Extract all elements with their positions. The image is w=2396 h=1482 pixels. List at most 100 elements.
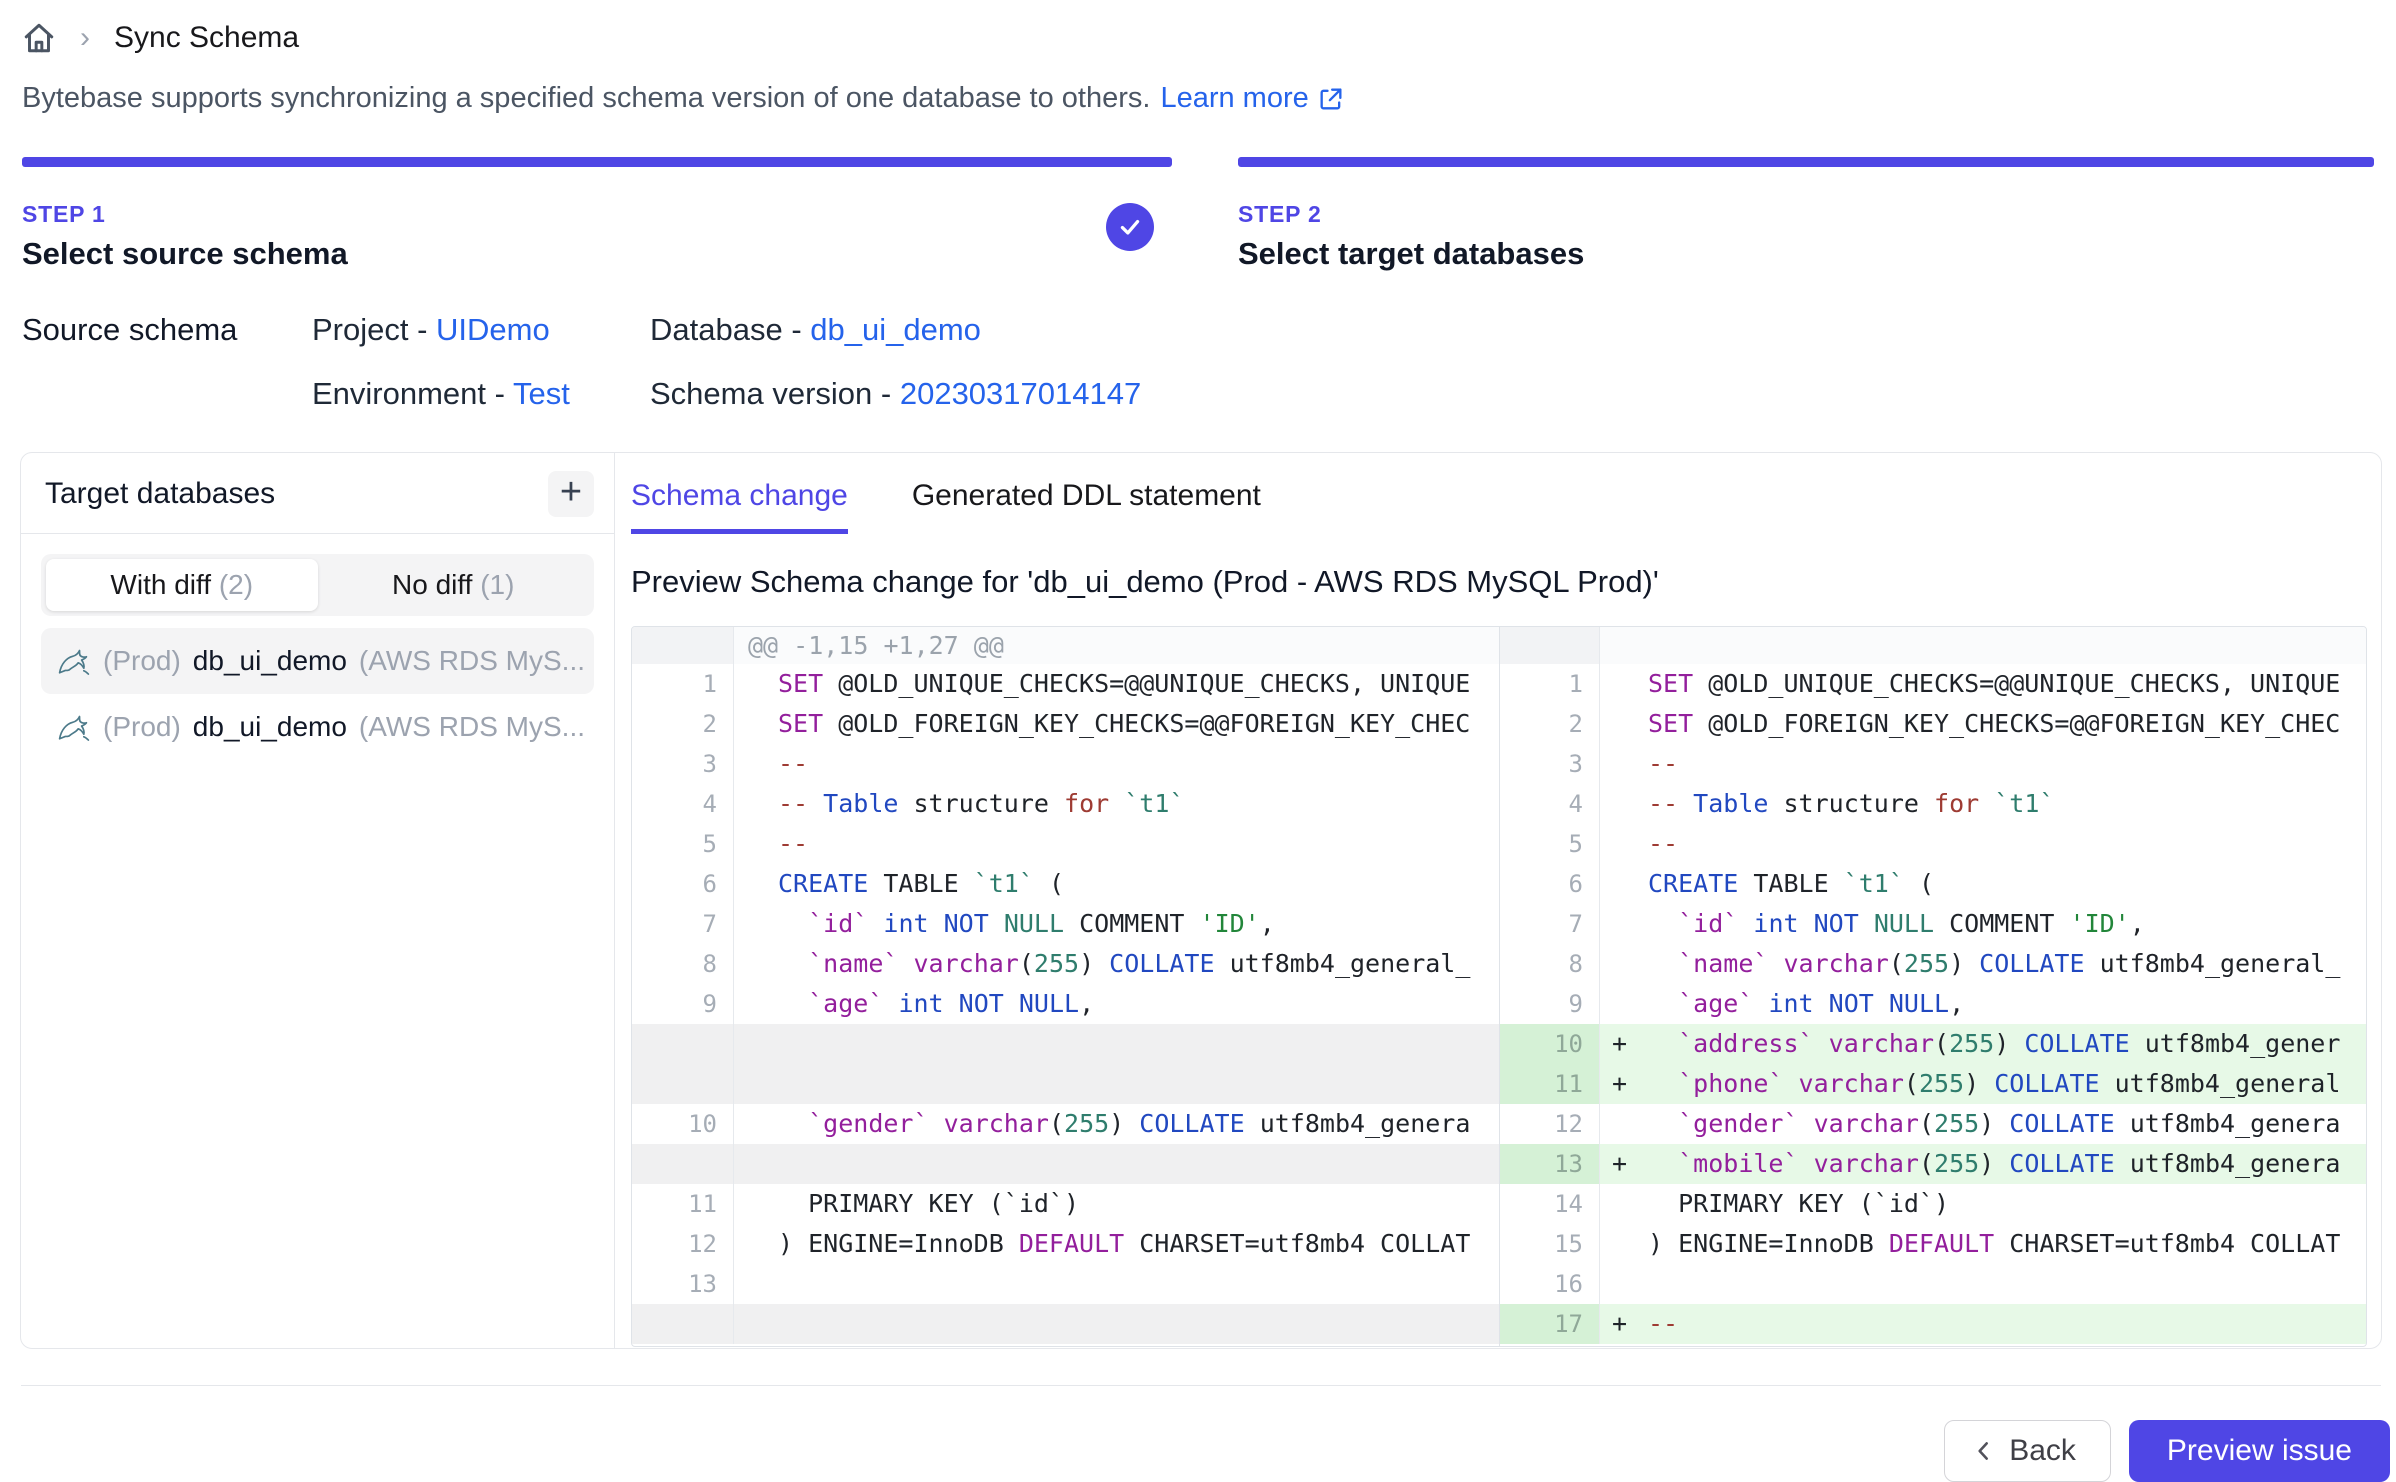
line-marker <box>1612 984 1648 1024</box>
step-1-progress-bar <box>22 157 1172 167</box>
line-number: 13 <box>632 1264 734 1304</box>
diff-row: 17+-- <box>1500 1304 2366 1344</box>
added-line-marker: + <box>1612 1144 1648 1184</box>
line-number: 2 <box>1500 704 1600 744</box>
code-line: -- <box>734 744 1499 784</box>
diff-row: 11+ `phone` varchar(255) COLLATE utf8mb4… <box>1500 1064 2366 1104</box>
code-line: PRIMARY KEY (`id`) <box>734 1184 1499 1224</box>
preview-title: Preview Schema change for 'db_ui_demo (P… <box>631 564 2367 600</box>
line-number: 17 <box>1500 1304 1600 1344</box>
description-text: Bytebase supports synchronizing a specif… <box>22 82 1150 115</box>
schema-version-label: Schema version - <box>650 376 891 411</box>
diff-row: 15 ) ENGINE=InnoDB DEFAULT CHARSET=utf8m… <box>1500 1224 2366 1264</box>
line-marker <box>1612 744 1648 784</box>
code-line: `age` int NOT NULL, <box>734 984 1499 1024</box>
step-1: STEP 1 Select source schema <box>22 157 1172 272</box>
line-number <box>632 627 734 664</box>
line-number <box>632 1024 734 1064</box>
schema-diff-viewer[interactable]: @@ -1,15 +1,27 @@1SET @OLD_UNIQUE_CHECKS… <box>631 626 2367 1347</box>
line-marker <box>1612 784 1648 824</box>
db-instance: (AWS RDS MyS... <box>359 711 585 743</box>
diff-row: 6CREATE TABLE `t1` ( <box>632 864 1499 904</box>
source-environment: Environment - Test <box>312 376 650 412</box>
diff-row <box>632 1024 1499 1064</box>
code-line: CREATE TABLE `t1` ( <box>734 864 1499 904</box>
code-line: -- <box>1600 824 2366 864</box>
back-label: Back <box>2009 1434 2076 1468</box>
code-line: -- Table structure for `t1` <box>734 784 1499 824</box>
line-number: 6 <box>632 864 734 904</box>
database-link[interactable]: db_ui_demo <box>810 312 981 347</box>
project-link[interactable]: UIDemo <box>436 312 550 347</box>
line-number: 9 <box>632 984 734 1024</box>
code-line: + `phone` varchar(255) COLLATE utf8mb4_g… <box>1600 1064 2366 1104</box>
tab-generated-ddl[interactable]: Generated DDL statement <box>912 479 1261 534</box>
schema-preview-panel: Schema change Generated DDL statement Pr… <box>615 453 2381 1348</box>
line-number: 5 <box>632 824 734 864</box>
db-name: db_ui_demo <box>193 711 347 743</box>
step-1-label: STEP 1 <box>22 201 1172 228</box>
breadcrumb: › Sync Schema <box>0 16 2396 60</box>
diff-row: 3 -- <box>1500 744 2366 784</box>
diff-row <box>632 1304 1499 1344</box>
code-line: `name` varchar(255) COLLATE utf8mb4_gene… <box>734 944 1499 984</box>
source-project: Project - UIDemo <box>312 312 650 348</box>
chevron-left-icon <box>1971 1438 1997 1464</box>
diff-row: 3-- <box>632 744 1499 784</box>
diff-row: 4 -- Table structure for `t1` <box>1500 784 2366 824</box>
mysql-icon <box>57 712 91 742</box>
step-1-completed-icon <box>1106 203 1154 251</box>
source-schema-label: Source schema <box>22 312 312 348</box>
hunk-header: @@ -1,15 +1,27 @@ <box>734 627 1499 664</box>
diff-row: 8 `name` varchar(255) COLLATE utf8mb4_ge… <box>632 944 1499 984</box>
line-number <box>632 1144 734 1184</box>
code-line <box>734 1264 1499 1304</box>
step-2-title: Select target databases <box>1238 236 2374 272</box>
preview-issue-button[interactable]: Preview issue <box>2129 1420 2390 1482</box>
line-number: 1 <box>632 664 734 704</box>
diff-row: 10 `gender` varchar(255) COLLATE utf8mb4… <box>632 1104 1499 1144</box>
diff-row: 7 `id` int NOT NULL COMMENT 'ID', <box>1500 904 2366 944</box>
target-databases-panel: Target databases + With diff (2) No diff… <box>21 453 615 1348</box>
code-line: SET @OLD_FOREIGN_KEY_CHECKS=@@FOREIGN_KE… <box>734 704 1499 744</box>
diff-pane-old: @@ -1,15 +1,27 @@1SET @OLD_UNIQUE_CHECKS… <box>632 627 1499 1346</box>
schema-version-link[interactable]: 20230317014147 <box>900 376 1141 411</box>
added-line-marker: + <box>1612 1304 1648 1344</box>
line-marker <box>1612 1224 1648 1264</box>
environment-link[interactable]: Test <box>513 376 570 411</box>
tab-no-diff[interactable]: No diff (1) <box>318 559 590 611</box>
db-environment: (Prod) <box>103 711 181 743</box>
line-number: 11 <box>1500 1064 1600 1104</box>
diff-filter-tabs: With diff (2) No diff (1) <box>41 554 594 616</box>
spacer-cell <box>22 376 312 412</box>
line-number: 12 <box>632 1224 734 1264</box>
line-number: 7 <box>632 904 734 944</box>
code-line: SET @OLD_UNIQUE_CHECKS=@@UNIQUE_CHECKS, … <box>1600 664 2366 704</box>
database-list-item[interactable]: (Prod) db_ui_demo (AWS RDS MyS... <box>41 628 594 694</box>
line-number: 2 <box>632 704 734 744</box>
home-icon[interactable] <box>22 21 56 55</box>
external-link-icon <box>1317 85 1345 113</box>
line-marker <box>1612 1104 1648 1144</box>
line-number: 1 <box>1500 664 1600 704</box>
code-line <box>734 1024 1499 1064</box>
back-button[interactable]: Back <box>1944 1420 2111 1482</box>
tab-schema-change[interactable]: Schema change <box>631 479 848 534</box>
diff-row: 1 SET @OLD_UNIQUE_CHECKS=@@UNIQUE_CHECKS… <box>1500 664 2366 704</box>
sync-schema-page: › Sync Schema Bytebase supports synchron… <box>0 0 2396 1482</box>
line-number: 15 <box>1500 1224 1600 1264</box>
line-number <box>632 1064 734 1104</box>
tab-with-diff[interactable]: With diff (2) <box>46 559 318 611</box>
code-line: + `address` varchar(255) COLLATE utf8mb4… <box>1600 1024 2366 1064</box>
code-line: `id` int NOT NULL COMMENT 'ID', <box>734 904 1499 944</box>
line-marker <box>1612 824 1648 864</box>
line-number: 6 <box>1500 864 1600 904</box>
learn-more-link[interactable]: Learn more <box>1160 82 1344 115</box>
add-target-database-button[interactable]: + <box>548 471 594 517</box>
code-line: `id` int NOT NULL COMMENT 'ID', <box>1600 904 2366 944</box>
hunk-header <box>1600 627 2366 664</box>
database-list-item[interactable]: (Prod) db_ui_demo (AWS RDS MyS... <box>41 694 594 760</box>
diff-pane-new: 1 SET @OLD_UNIQUE_CHECKS=@@UNIQUE_CHECKS… <box>1499 627 2366 1346</box>
code-line <box>1600 1264 2366 1304</box>
diff-row: 2SET @OLD_FOREIGN_KEY_CHECKS=@@FOREIGN_K… <box>632 704 1499 744</box>
